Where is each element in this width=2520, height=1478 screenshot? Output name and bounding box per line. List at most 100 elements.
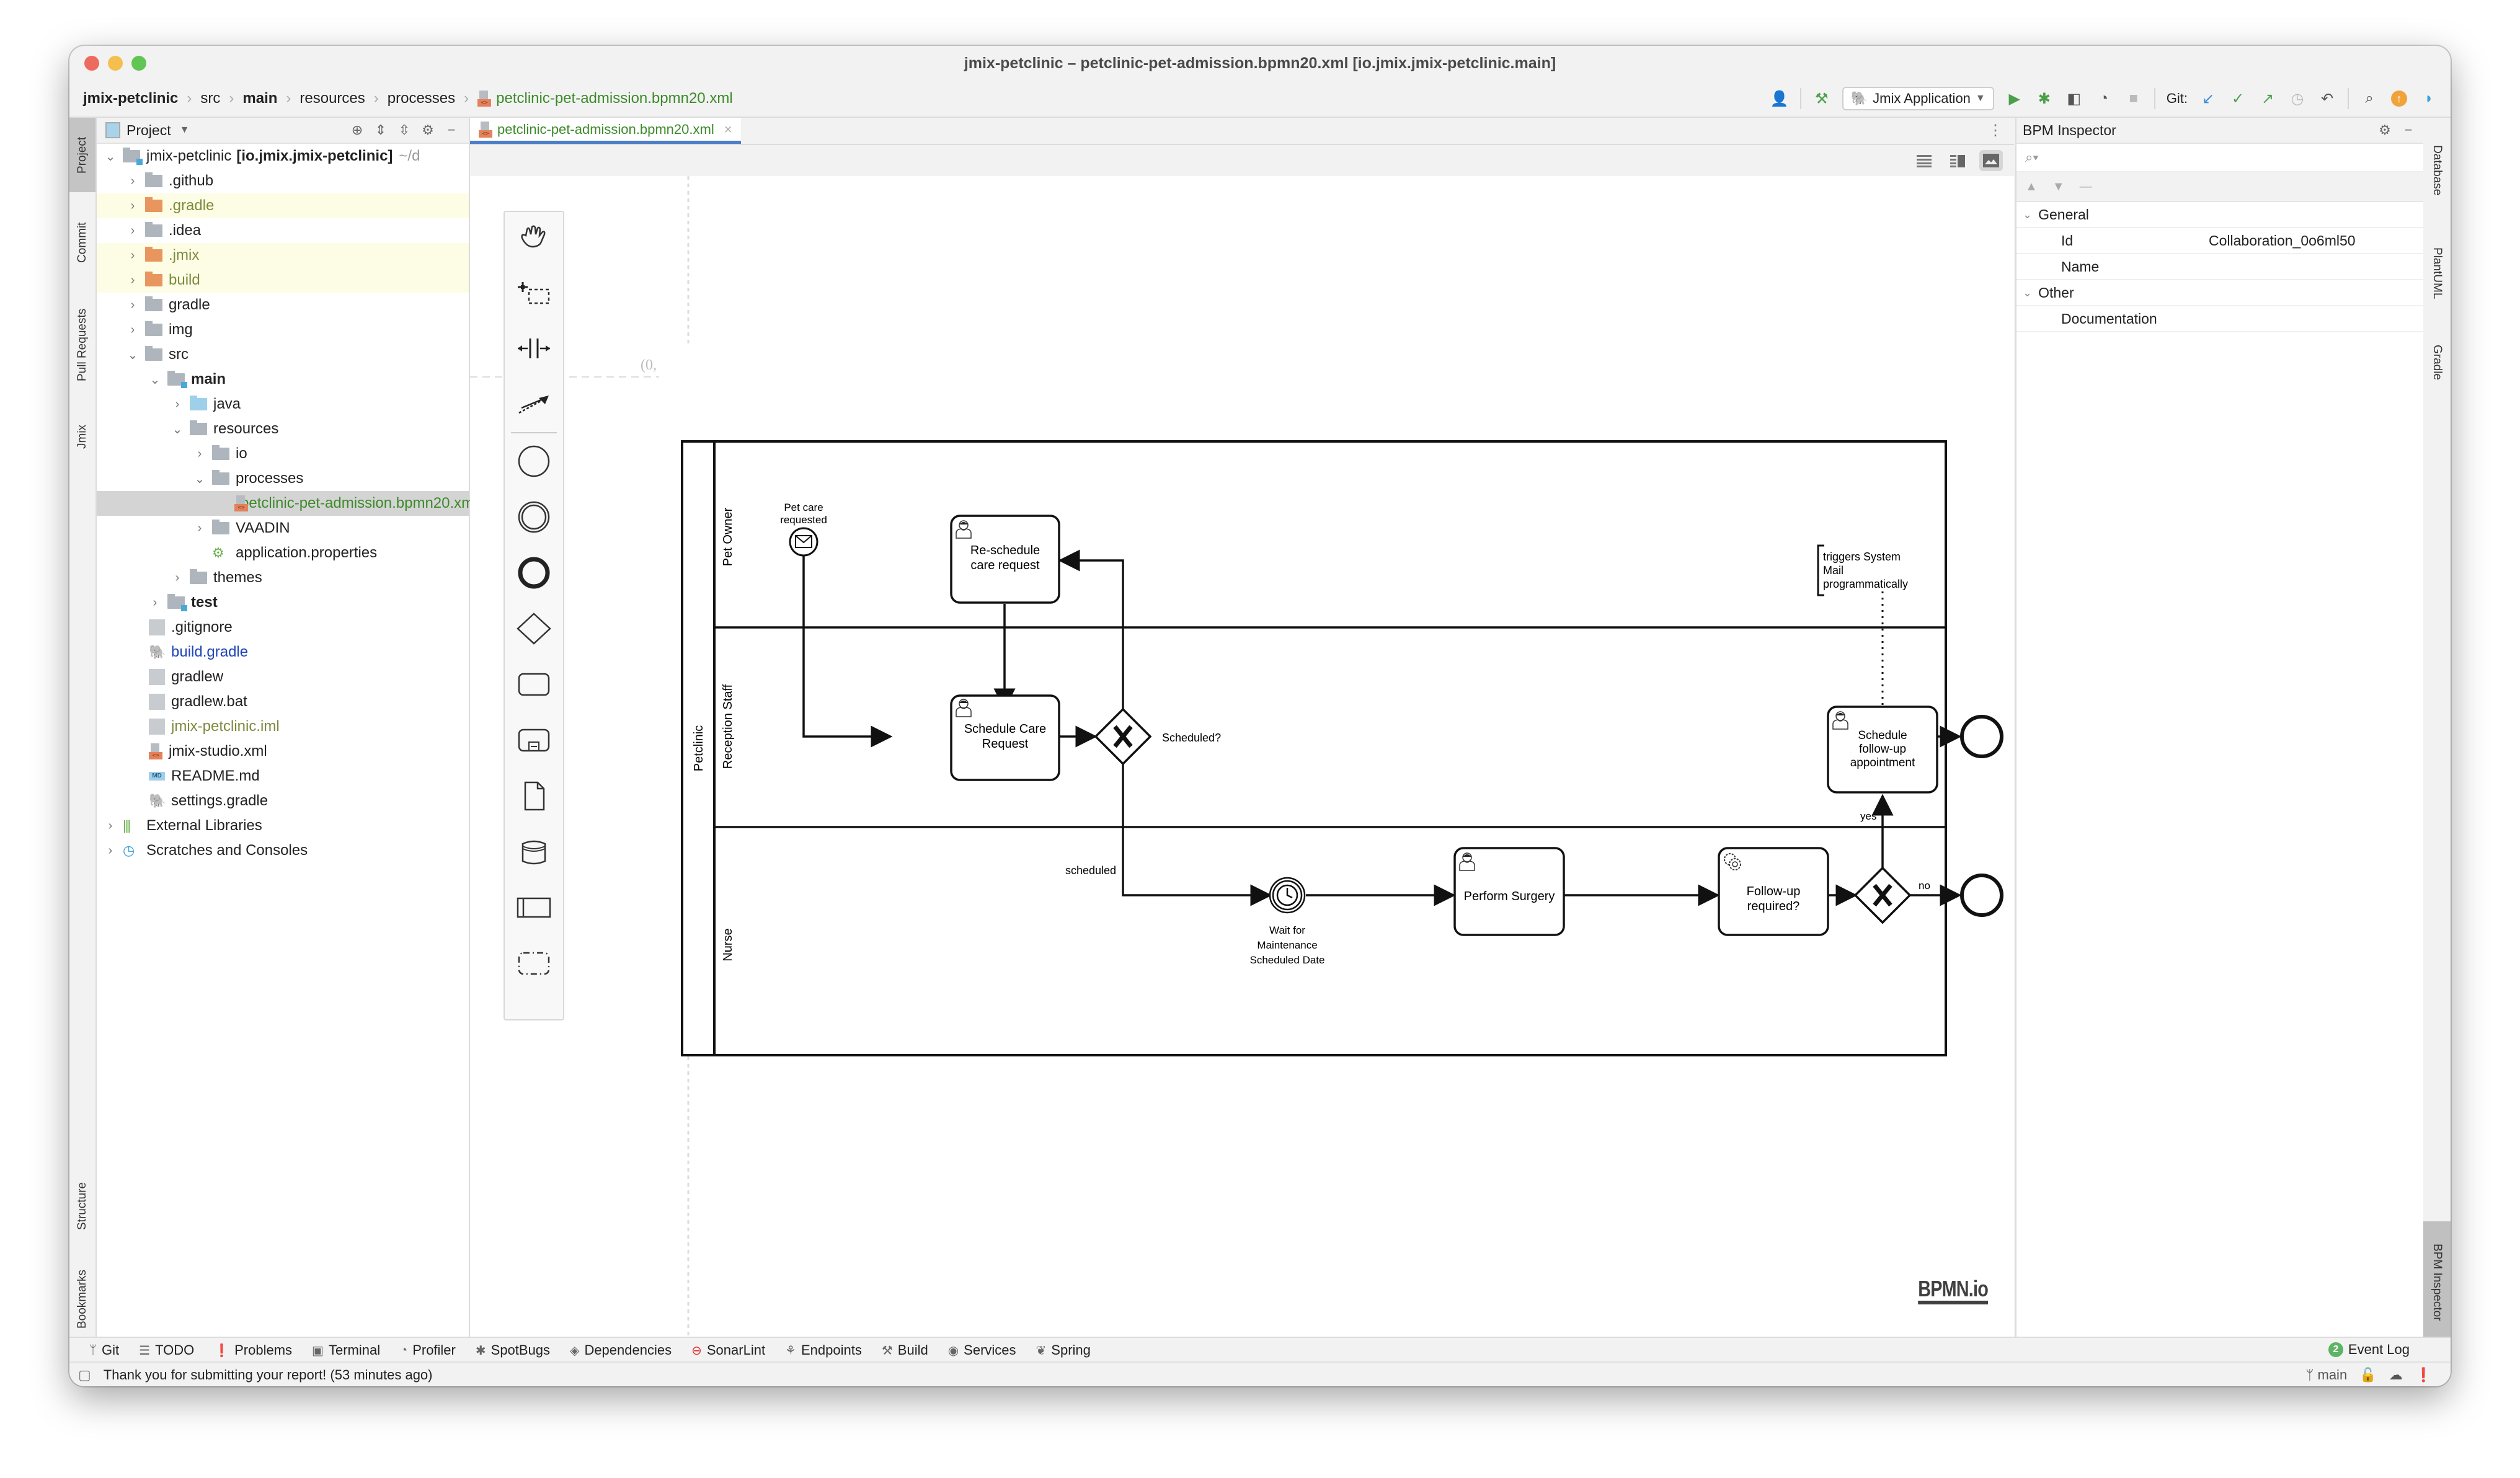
chevron-right-icon[interactable]: › [149,596,161,610]
lane-nurse[interactable]: Nurse [721,928,735,961]
stripe-pull-requests[interactable]: Pull Requests [69,289,95,400]
event-log-button[interactable]: 2 Event Log [2328,1342,2410,1358]
git-push-icon[interactable]: ↗ [2258,89,2277,108]
text-annotation[interactable]: triggers System Mail programmatically [1817,544,1908,596]
git-history-icon[interactable]: ◷ [2288,89,2307,108]
tool-build[interactable]: ⚒ Build [882,1342,928,1358]
tree-item-gradlew[interactable]: gradlew [97,665,469,689]
task-follow-up-required[interactable]: Follow-up required? [1718,847,1829,936]
hide-icon[interactable]: − [2400,122,2417,138]
task-reschedule-care-request[interactable]: Re-schedule care request [950,515,1060,604]
tree-item-build-gradle[interactable]: 🐘 build.gradle [97,640,469,665]
tool-problems[interactable]: ❗ Problems [214,1342,292,1358]
tree-item-gradle[interactable]: › gradle [97,293,469,317]
stripe-bpm-inspector[interactable]: BPM Inspector [2423,1221,2451,1343]
stripe-project[interactable]: Project [69,118,95,192]
flow-gateway-to-reschedule[interactable] [1058,549,1124,709]
git-commit-icon[interactable]: ✓ [2229,89,2247,108]
tool-todo[interactable]: ☰ TODO [139,1342,194,1358]
chevron-right-icon[interactable]: › [171,571,184,585]
prop-value-id[interactable]: Collaboration_0o6ml50 [2190,232,2356,249]
tree-item-gitignore[interactable]: .gitignore [97,615,469,640]
tree-item-jmix-studio-xml[interactable]: jmix-studio.xml [97,739,469,764]
tree-item-jmix[interactable]: › .jmix [97,243,469,268]
chevron-right-icon[interactable]: › [126,199,139,213]
collapse-all-icon[interactable]: ⇳ [396,122,413,138]
status-message[interactable]: Thank you for submitting your report! (5… [104,1367,433,1383]
breadcrumb-processes[interactable]: processes [388,90,455,107]
tab-bpmn-file[interactable]: petclinic-pet-admission.bpmn20.xml × [470,118,741,144]
chevron-right-icon[interactable]: › [104,844,117,858]
task-perform-surgery[interactable]: Perform Surgery [1453,847,1565,936]
user-icon[interactable]: 👤 [1770,89,1789,108]
lane-pet-owner[interactable]: Pet Owner [714,507,1946,629]
stop-icon[interactable]: ■ [2124,89,2143,108]
group-general[interactable]: ⌄ General [2016,202,2423,228]
text-view-icon[interactable] [1912,150,1936,171]
toggle-tool-windows-icon[interactable]: ▢ [78,1367,91,1383]
bpmn-canvas[interactable]: (0, Petclinic Pet Owner Reception Staff … [470,176,2014,1337]
split-view-icon[interactable] [1946,150,1969,171]
run-icon[interactable]: ▶ [2005,89,2024,108]
stripe-database[interactable]: Database [2423,124,2451,217]
chevron-right-icon[interactable]: › [126,298,139,312]
prop-id[interactable]: Id Collaboration_0o6ml50 [2016,228,2423,254]
breadcrumb-file[interactable]: petclinic-pet-admission.bpmn20.xml [477,90,733,107]
breadcrumb-project[interactable]: jmix-petclinic [83,90,178,107]
task-schedule-care-request[interactable]: Schedule Care Request [950,694,1060,781]
chevron-right-icon[interactable]: › [126,224,139,238]
tree-item-vaadin[interactable]: › VAADIN [97,516,469,541]
git-branch-widget[interactable]: ᛘ main [2305,1367,2347,1383]
search-icon[interactable]: ⌕ [2360,89,2379,108]
tree-item-resources[interactable]: ⌄ resources [97,417,469,441]
chevron-right-icon[interactable]: › [193,521,206,536]
end-event-no-followup[interactable] [1960,874,2003,917]
tree-item-test[interactable]: › test [97,590,469,615]
cloud-settings-icon[interactable]: ☁ [2389,1367,2403,1383]
chevron-right-icon[interactable]: › [126,273,139,288]
more-options-icon[interactable]: ⋮ [1988,122,2003,139]
tree-item-iml[interactable]: jmix-petclinic.iml [97,714,469,739]
tree-item-gradle-hidden[interactable]: › .gradle [97,193,469,218]
profile-icon[interactable]: ◔ [2095,89,2113,108]
tree-item-application-properties[interactable]: ⚙ application.properties [97,541,469,565]
tree-item-external-libraries[interactable]: › ||| External Libraries [97,813,469,838]
git-rollback-icon[interactable]: ↶ [2318,89,2336,108]
tool-profiler[interactable]: ◔ Profiler [400,1342,456,1358]
tree-item-src[interactable]: ⌄ src [97,342,469,367]
timer-event-wait[interactable]: Wait for Maintenance Scheduled Date [1250,877,1325,966]
coverage-icon[interactable]: ◧ [2065,89,2083,108]
breadcrumb-src[interactable]: src [200,90,220,107]
chevron-right-icon[interactable]: › [126,323,139,337]
flow-gateway-scheduled[interactable] [1122,764,1272,906]
debug-icon[interactable]: ✱ [2035,89,2054,108]
chevron-down-icon[interactable]: ⌄ [171,422,184,437]
bpmn-io-logo[interactable]: BPMN.io [1918,1277,1989,1304]
end-event-followup[interactable] [1960,715,2003,758]
tree-item-themes[interactable]: › themes [97,565,469,590]
chevron-down-icon[interactable]: ⌄ [193,471,206,487]
tree-item-io[interactable]: › io [97,441,469,466]
stripe-commit[interactable]: Commit [69,202,95,283]
breadcrumb-main[interactable]: main [242,90,277,107]
lane-reception-staff[interactable]: Reception Staff [714,684,1946,828]
tool-terminal[interactable]: ▣ Terminal [312,1342,380,1358]
tree-item-img[interactable]: › img [97,317,469,342]
tool-spotbugs[interactable]: ✱ SpotBugs [476,1342,550,1358]
tree-item-processes[interactable]: ⌄ processes [97,466,469,491]
chevron-right-icon[interactable]: › [171,397,184,412]
run-configuration-select[interactable]: 🐘 Jmix Application ▼ [1842,87,1994,110]
group-other[interactable]: ⌄ Other [2016,280,2423,306]
hide-icon[interactable]: − [443,122,460,138]
breadcrumb-resources[interactable]: resources [299,90,365,107]
gateway-scheduled[interactable]: Scheduled? [1094,707,1221,766]
gear-icon[interactable]: ⚙ [2376,122,2394,138]
minimize-window-button[interactable] [108,56,123,71]
stripe-gradle[interactable]: Gradle [2423,329,2451,397]
tree-item-build[interactable]: › build [97,268,469,293]
stripe-structure[interactable]: Structure [69,1159,95,1252]
tree-item-root[interactable]: ⌄ jmix-petclinic [io.jmix.jmix-petclinic… [97,144,469,169]
tree-item-main[interactable]: ⌄ main [97,367,469,392]
chevron-down-icon[interactable]: ▼ [180,125,190,136]
chevron-down-icon[interactable]: ⌄ [149,372,161,387]
